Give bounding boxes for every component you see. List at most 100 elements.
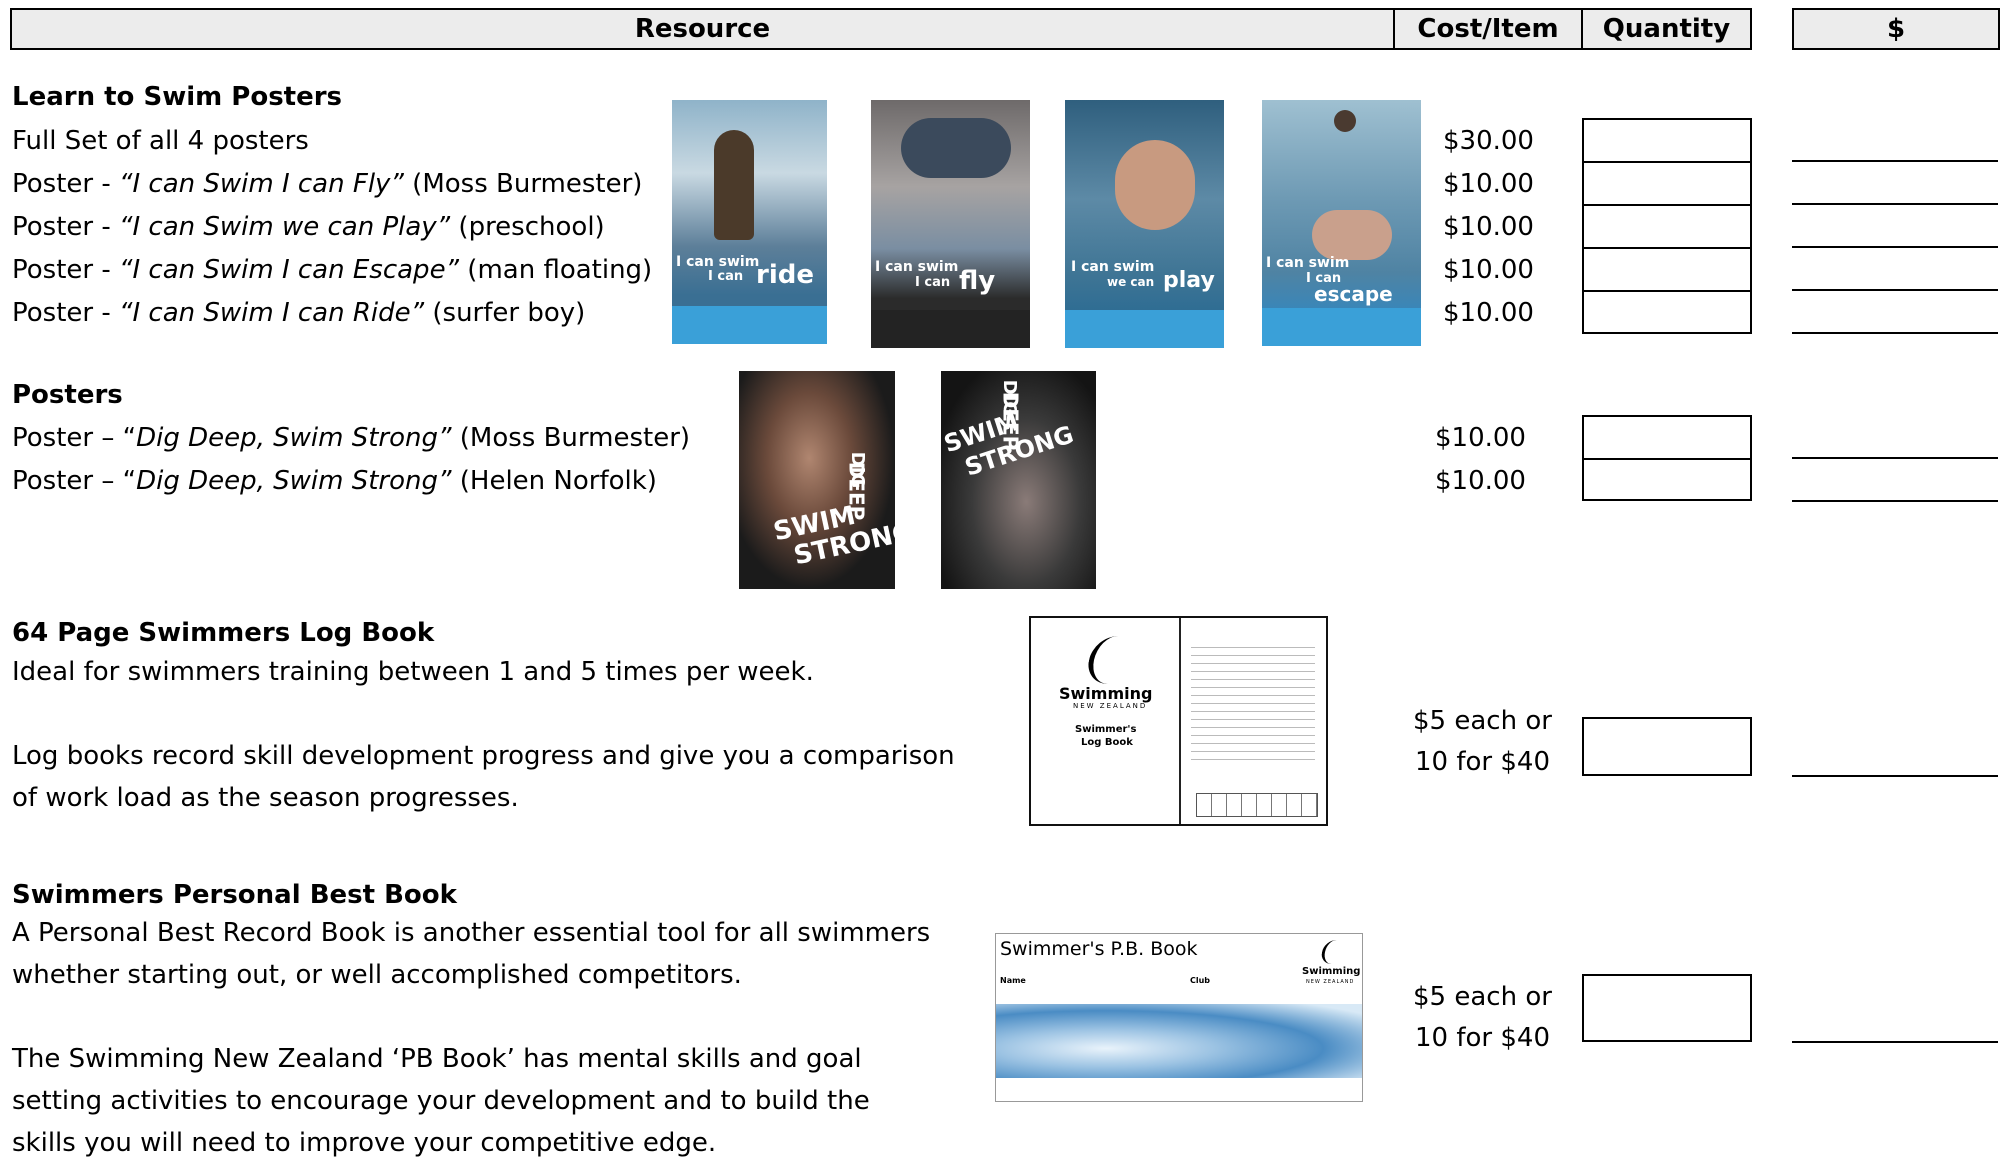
price-play: $10.00 — [1443, 212, 1534, 242]
row-prefix: Poster - — [12, 169, 119, 199]
row-title: Dig Deep, Swim Strong” — [136, 423, 452, 453]
row-suffix: (surfer boy) — [424, 298, 586, 328]
quantity-input-escape[interactable] — [1582, 247, 1752, 292]
poster-dig-deep-helen-image: DIG DEEP SWIM STRONG — [941, 371, 1096, 589]
price-dig-deep-moss: $10.00 — [1435, 423, 1526, 453]
pb-book-line: The Swimming New Zealand ‘PB Book’ has m… — [12, 1044, 862, 1074]
row-title: “I can Swim I can Ride” — [119, 298, 425, 328]
posters-row-helen: Poster – “Dig Deep, Swim Strong” (Helen … — [12, 466, 657, 496]
poster-dig-deep-moss-image: DIG DEEP SWIM STRONG — [739, 371, 895, 589]
header-quantity: Quantity — [1602, 14, 1731, 44]
log-book-description: Ideal for swimmers training between 1 an… — [12, 651, 955, 819]
log-book-brand-sub: NEW ZEALAND — [1073, 702, 1148, 710]
pb-book-cover-name: Name — [1000, 976, 1026, 985]
header-cost-item: Cost/Item — [1395, 10, 1583, 48]
amount-line-ride[interactable] — [1792, 332, 1998, 334]
amount-line-dig-deep-helen[interactable] — [1792, 500, 1998, 502]
quantity-input-fly[interactable] — [1582, 161, 1752, 206]
poster-ride-image: I can swim I can ride — [672, 100, 827, 344]
price-escape: $10.00 — [1443, 255, 1534, 285]
quantity-input-pb-book[interactable] — [1582, 974, 1752, 1042]
row-title: “I can Swim I can Escape” — [119, 255, 460, 285]
amount-line-escape[interactable] — [1792, 289, 1998, 291]
log-book-line — [12, 693, 955, 735]
quantity-input-log-book[interactable] — [1582, 717, 1752, 776]
pb-book-line: skills you will need to improve your com… — [12, 1128, 717, 1158]
log-book-cover-image: Swimming NEW ZEALAND Swimmer's Log Book — [1029, 616, 1328, 826]
ls-row-text: Full Set of all 4 posters — [12, 126, 309, 156]
amount-line-play[interactable] — [1792, 246, 1998, 248]
pb-book-brand: Swimming — [1302, 966, 1361, 977]
log-book-brand: Swimming — [1059, 684, 1153, 703]
amount-line-full-set[interactable] — [1792, 160, 1998, 162]
price-dig-deep-helen: $10.00 — [1435, 466, 1526, 496]
price-ride: $10.00 — [1443, 298, 1534, 328]
pb-book-cover-title: Swimmer's P.B. Book — [1000, 938, 1198, 960]
row-prefix: Poster - — [12, 298, 119, 328]
pb-book-price-line1: $5 each or — [1413, 982, 1552, 1012]
header-resource: Resource — [12, 10, 1395, 48]
amount-line-fly[interactable] — [1792, 203, 1998, 205]
log-book-price-line2: 10 for $40 — [1415, 747, 1550, 777]
header-dollar: $ — [1792, 8, 2000, 50]
ls-row-fly: Poster - “I can Swim I can Fly” (Moss Bu… — [12, 169, 642, 199]
pb-book-cover-image: Swimmer's P.B. Book Name Club Swimming N… — [995, 933, 1363, 1102]
row-prefix: Poster - — [12, 255, 119, 285]
poster-play-big: play — [1163, 268, 1215, 293]
row-title: “I can Swim we can Play” — [119, 212, 451, 242]
price-full-set: $30.00 — [1443, 126, 1534, 156]
poster-fly-line2: I can — [915, 275, 951, 290]
quantity-input-full-set[interactable] — [1582, 118, 1752, 163]
table-header: Resource Cost/Item Quantity — [10, 8, 1752, 50]
ls-row-ride: Poster - “I can Swim I can Ride” (surfer… — [12, 298, 585, 328]
log-book-line: Ideal for swimmers training between 1 an… — [12, 657, 814, 687]
learn-to-swim-title: Learn to Swim Posters — [12, 82, 343, 112]
amount-line-log-book[interactable] — [1792, 775, 1998, 777]
log-book-line: Log books record skill development progr… — [12, 741, 955, 771]
pb-book-line: setting activities to encourage your dev… — [12, 1086, 870, 1116]
poster-escape-line1: I can swim — [1266, 255, 1350, 271]
poster-ride-big: ride — [756, 260, 814, 290]
log-book-line: of work load as the season progresses. — [12, 783, 519, 813]
log-book-price-line1: $5 each or — [1413, 706, 1552, 736]
poster-fly-big: fly — [959, 266, 996, 296]
poster-escape-big: escape — [1314, 282, 1393, 306]
poster-escape-image: I can swim I can escape — [1262, 100, 1421, 346]
pb-book-title: Swimmers Personal Best Book — [12, 880, 457, 910]
pb-book-line: A Personal Best Record Book is another e… — [12, 918, 931, 948]
poster-ride-line1: I can swim — [676, 254, 760, 270]
log-book-cover-title1: Swimmer's — [1075, 724, 1137, 735]
ls-row-full-set: Full Set of all 4 posters — [12, 126, 309, 156]
posters-title: Posters — [12, 380, 123, 410]
ls-row-play: Poster - “I can Swim we can Play” (presc… — [12, 212, 605, 242]
log-book-cover-title2: Log Book — [1081, 737, 1133, 748]
row-prefix: Poster – “ — [12, 423, 137, 453]
poster-play-line2: we can — [1107, 275, 1155, 289]
row-prefix: Poster – “ — [12, 466, 137, 496]
amount-line-pb-book[interactable] — [1792, 1041, 1998, 1043]
row-suffix: (man floating) — [459, 255, 653, 285]
ls-row-escape: Poster - “I can Swim I can Escape” (man … — [12, 255, 652, 285]
row-suffix: (Moss Burmester) — [403, 169, 643, 199]
pb-book-description: A Personal Best Record Book is another e… — [12, 912, 930, 1164]
amount-line-dig-deep-moss[interactable] — [1792, 457, 1998, 459]
row-title: “I can Swim I can Fly” — [119, 169, 404, 199]
poster-fly-image: I can swim I can fly — [871, 100, 1030, 348]
poster-ride-line2: I can — [708, 269, 744, 284]
quantity-input-play[interactable] — [1582, 204, 1752, 249]
row-suffix: (Helen Norfolk) — [451, 466, 657, 496]
pb-book-line: whether starting out, or well accomplish… — [12, 960, 742, 990]
quantity-input-dig-deep-helen[interactable] — [1582, 458, 1752, 501]
quantity-input-ride[interactable] — [1582, 290, 1752, 334]
quantity-input-dig-deep-moss[interactable] — [1582, 415, 1752, 460]
pb-book-price-line2: 10 for $40 — [1415, 1023, 1550, 1053]
pb-book-brand-sub: NEW ZEALAND — [1306, 979, 1355, 985]
row-prefix: Poster - — [12, 212, 119, 242]
poster-fly-line1: I can swim — [875, 259, 959, 275]
pb-book-line — [12, 996, 930, 1038]
pb-book-cover-club: Club — [1190, 976, 1211, 985]
posters-row-moss: Poster – “Dig Deep, Swim Strong” (Moss B… — [12, 423, 690, 453]
row-suffix: (preschool) — [450, 212, 605, 242]
poster-play-image: I can swim we can play — [1065, 100, 1224, 348]
poster-play-line1: I can swim — [1071, 259, 1155, 275]
